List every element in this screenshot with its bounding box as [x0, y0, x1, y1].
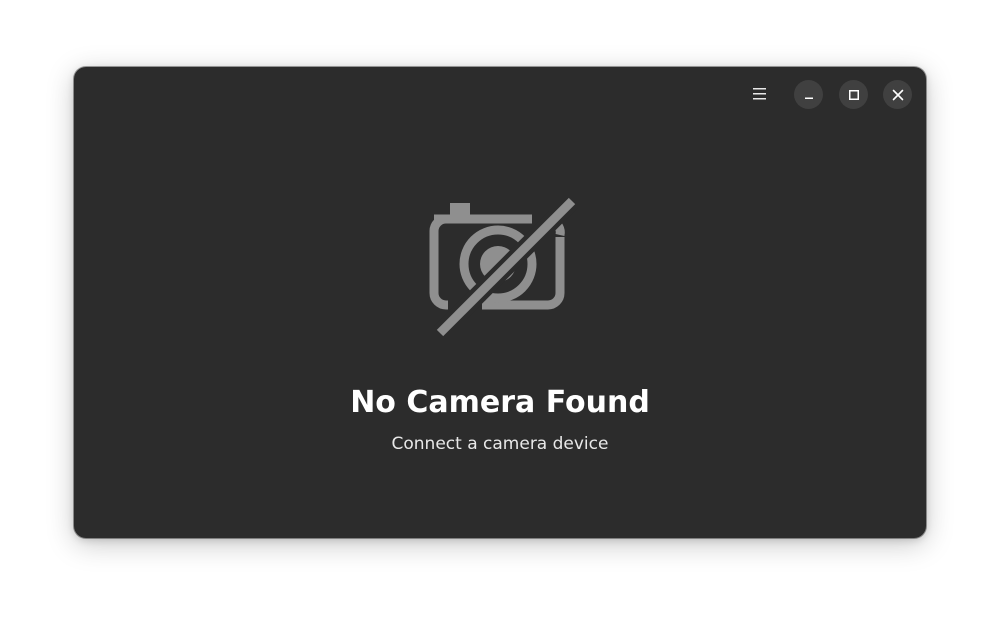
status-title: No Camera Found [350, 385, 650, 420]
minimize-button[interactable] [794, 80, 823, 109]
headerbar [74, 67, 926, 121]
minimize-icon [804, 97, 813, 99]
close-icon [892, 89, 903, 100]
close-button[interactable] [883, 80, 912, 109]
hamburger-menu-icon [753, 88, 766, 100]
maximize-button[interactable] [839, 80, 868, 109]
camera-disabled-icon [429, 197, 579, 339]
status-page: No Camera Found Connect a camera device [74, 197, 926, 455]
status-description: Connect a camera device [391, 434, 609, 454]
maximize-icon [848, 89, 859, 100]
main-menu-button[interactable] [745, 80, 775, 108]
app-window: No Camera Found Connect a camera device [74, 67, 926, 538]
